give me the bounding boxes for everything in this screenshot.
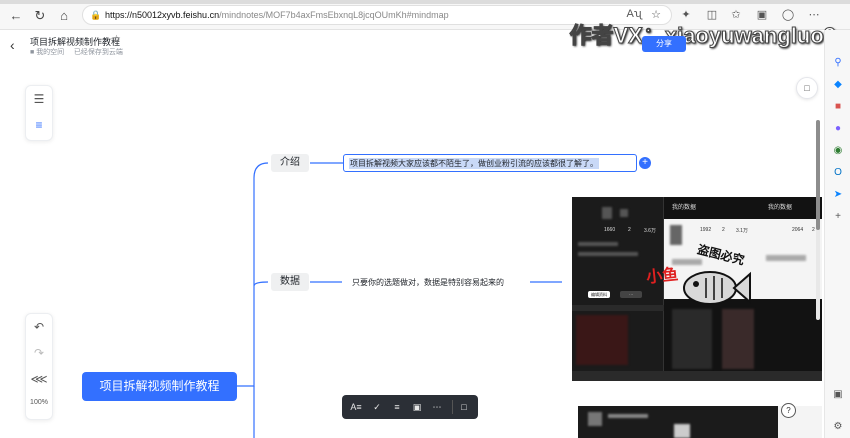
stat-value: 1992 [700, 227, 712, 233]
toolbar-divider [452, 400, 453, 414]
profile-name: 我的数据 [768, 205, 793, 211]
games-icon[interactable]: ● [831, 122, 845, 136]
more-icon[interactable]: ⋯ [429, 399, 445, 415]
microsoft365-icon[interactable]: ◉ [831, 144, 845, 158]
search-icon[interactable]: ⚲ [831, 56, 845, 70]
comment-icon[interactable]: □ [456, 399, 472, 415]
mindmap-branch-intro[interactable]: 介绍 [271, 154, 309, 172]
watermark-stamp-red: 小鱼 [645, 266, 680, 287]
add-node-icon[interactable]: + [639, 157, 651, 169]
mindmap-leaf-data[interactable]: 只要你的选题做对，数据是特别容易起来的 [352, 277, 504, 288]
add-icon[interactable]: + [831, 210, 845, 224]
connector-data [253, 281, 269, 287]
leaf-text-intro: 项目拆解视频大家应该都不陌生了，做创业粉引流的应该都很了解了。 [349, 158, 599, 169]
image-icon[interactable]: ▣ [409, 399, 425, 415]
phone-screen-1: 1660 2 3.6万 编辑资料 ⋯ [572, 197, 664, 381]
connector-intro [237, 162, 269, 387]
browser-sidebar: ⚲ ◆ ■ ● ◉ O ➤ + ▣ ⚙ [824, 30, 850, 438]
stat-value: 1660 [604, 227, 616, 233]
note-icon[interactable]: ≡ [389, 399, 405, 415]
fish-watermark-icon [683, 271, 751, 305]
shopping-icon[interactable]: ◆ [831, 78, 845, 92]
outlook-icon[interactable]: O [831, 166, 845, 180]
mindmap-branch-data[interactable]: 数据 [271, 273, 309, 291]
drop-icon[interactable]: ➤ [831, 188, 845, 202]
task-check-icon[interactable]: ✓ [369, 399, 385, 415]
stat-value: 2 [628, 227, 631, 233]
stat-value: 2064 [792, 227, 804, 233]
mindmap-root-node[interactable]: 项目拆解视频制作教程 [82, 372, 237, 401]
stat-value: 3.6万 [644, 228, 656, 234]
settings-icon[interactable]: ⚙ [831, 420, 845, 434]
node-toolbar: A≡ ✓ ≡ ▣ ⋯ □ [342, 395, 478, 419]
sidebar-layout-icon[interactable]: ▣ [831, 388, 845, 402]
stat-value: 2 [812, 227, 815, 233]
stat-value: 3.1万 [736, 228, 748, 234]
profile-name: 我的数据 [672, 205, 697, 211]
phone-screen-3: 2064 2 [760, 219, 822, 299]
text-style-icon[interactable]: A≡ [348, 399, 364, 415]
stat-value: 2 [722, 227, 725, 233]
help-icon[interactable]: ? [781, 403, 796, 418]
scrollbar-thumb[interactable] [816, 120, 820, 230]
mindmap-leaf-intro-selected[interactable]: 项目拆解视频大家应该都不陌生了，做创业粉引流的应该都很了解了。 [343, 154, 637, 172]
edit-profile-button: 编辑资料 [588, 291, 610, 298]
tools-icon[interactable]: ■ [831, 100, 845, 114]
